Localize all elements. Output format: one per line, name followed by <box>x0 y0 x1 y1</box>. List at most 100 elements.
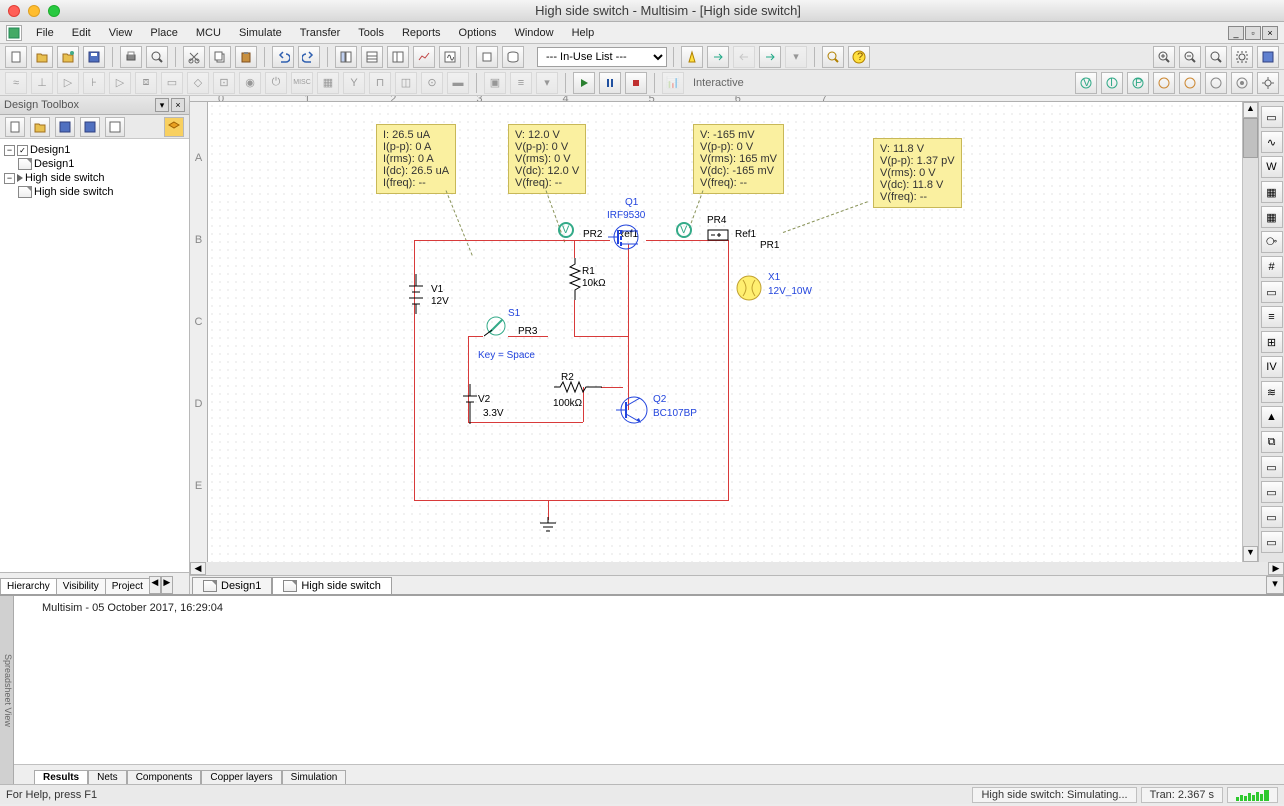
mdi-restore-icon[interactable]: ▫ <box>1245 26 1261 40</box>
instrument-function-gen[interactable]: ∿ <box>1261 131 1283 153</box>
vertical-scrollbar[interactable]: ▲ ▼ <box>1242 102 1258 562</box>
output-tab-nets[interactable]: Nets <box>88 770 127 784</box>
label-q1[interactable]: Q1 <box>625 197 638 208</box>
stop-button[interactable] <box>625 72 647 94</box>
scroll-up-button[interactable]: ▲ <box>1243 102 1258 118</box>
wire[interactable] <box>468 336 483 337</box>
probe-current-button[interactable]: I <box>1101 72 1123 94</box>
forward-annotate-button[interactable] <box>759 46 781 68</box>
menu-place[interactable]: Place <box>142 24 186 42</box>
component-q2[interactable] <box>616 392 652 428</box>
grapher-button[interactable] <box>413 46 435 68</box>
wire[interactable] <box>574 240 575 258</box>
mdi-minimize-icon[interactable]: _ <box>1228 26 1244 40</box>
instrument-network[interactable]: ⧉ <box>1261 431 1283 453</box>
spreadsheet-view-button[interactable] <box>361 46 383 68</box>
tree-node-highside-child[interactable]: High side switch <box>2 185 187 199</box>
schematic-canvas[interactable]: I: 26.5 uAI(p-p): 0 AI(rms): 0 AI(dc): 2… <box>208 102 1242 562</box>
probe-diff-button[interactable] <box>1153 72 1175 94</box>
panel-open-button[interactable] <box>30 117 50 137</box>
tab-menu-button[interactable]: ▾ <box>1266 576 1284 594</box>
instrument-logic-conv[interactable]: ⊞ <box>1261 331 1283 353</box>
horizontal-scrollbar[interactable]: ◀ ▶ <box>190 562 1284 575</box>
zoom-in-button[interactable] <box>1153 46 1175 68</box>
component-x1[interactable] <box>733 272 765 304</box>
collapse-icon[interactable]: − <box>4 173 15 184</box>
document-tab-highside[interactable]: High side switch <box>272 577 391 594</box>
redo-button[interactable] <box>298 46 320 68</box>
zoom-area-button[interactable] <box>1205 46 1227 68</box>
transfer-ultiboard-button[interactable] <box>707 46 729 68</box>
scroll-down-button[interactable]: ▼ <box>1243 546 1258 562</box>
pause-button[interactable] <box>599 72 621 94</box>
probe-gear-button[interactable] <box>1257 72 1279 94</box>
print-preview-button[interactable] <box>146 46 168 68</box>
component-wizard-button[interactable] <box>476 46 498 68</box>
component-r1[interactable] <box>568 258 582 300</box>
component-s1[interactable] <box>484 314 516 342</box>
tab-visibility[interactable]: Visibility <box>56 578 106 594</box>
panel-save-button[interactable] <box>55 117 75 137</box>
instrument-freq-counter[interactable]: # <box>1261 256 1283 278</box>
wire[interactable] <box>728 240 729 500</box>
component-r2[interactable] <box>554 380 602 394</box>
output-tab-results[interactable]: Results <box>34 770 88 784</box>
output-pane-handle[interactable]: Spreadsheet View <box>0 596 14 784</box>
instrument-wattmeter[interactable]: W <box>1261 156 1283 178</box>
save-button[interactable] <box>83 46 105 68</box>
minimize-window-button[interactable] <box>28 5 40 17</box>
wire[interactable] <box>414 500 729 501</box>
menu-options[interactable]: Options <box>451 24 505 42</box>
component-list-dropdown[interactable]: --- In-Use List --- <box>537 47 667 67</box>
scroll-thumb[interactable] <box>1243 118 1258 158</box>
instrument-multimeter[interactable]: ▭ <box>1261 106 1283 128</box>
checkbox-icon[interactable]: ✓ <box>17 145 28 156</box>
menu-reports[interactable]: Reports <box>394 24 449 42</box>
toggle-design-toolbox-button[interactable] <box>335 46 357 68</box>
instrument-bode[interactable]: ⧂ <box>1261 231 1283 253</box>
panel-new-button[interactable] <box>5 117 25 137</box>
zoom-out-button[interactable] <box>1179 46 1201 68</box>
scroll-right-button[interactable]: ▶ <box>1268 562 1284 575</box>
probe-icon-pr4[interactable]: V <box>674 220 694 240</box>
output-tab-copper[interactable]: Copper layers <box>201 770 281 784</box>
new-button[interactable] <box>5 46 27 68</box>
instrument-tek-osc[interactable]: ▭ <box>1261 531 1283 553</box>
menu-view[interactable]: View <box>101 24 141 42</box>
component-pr4[interactable] <box>706 228 730 244</box>
instrument-distortion[interactable]: ≋ <box>1261 381 1283 403</box>
paste-button[interactable] <box>235 46 257 68</box>
tab-scroll-left[interactable]: ◀ <box>149 576 161 594</box>
probe-digital-button[interactable] <box>1205 72 1227 94</box>
copy-button[interactable] <box>209 46 231 68</box>
tree-node-design1-child[interactable]: Design1 <box>2 157 187 171</box>
run-button[interactable] <box>573 72 595 94</box>
instrument-logic-analyzer[interactable]: ≡ <box>1261 306 1283 328</box>
probe-settings-button[interactable] <box>1231 72 1253 94</box>
collapse-icon[interactable]: − <box>4 145 15 156</box>
tab-project[interactable]: Project <box>105 578 150 594</box>
probe-icon-pr2[interactable]: V <box>556 220 576 240</box>
label-r1[interactable]: R1 <box>582 266 595 277</box>
database-button[interactable] <box>502 46 524 68</box>
undo-button[interactable] <box>272 46 294 68</box>
wire[interactable] <box>628 244 629 410</box>
wire[interactable] <box>468 422 583 423</box>
close-window-button[interactable] <box>8 5 20 17</box>
probe-power-button[interactable]: P <box>1127 72 1149 94</box>
wire[interactable] <box>414 240 610 241</box>
instrument-word-gen[interactable]: ▭ <box>1261 281 1283 303</box>
output-tab-simulation[interactable]: Simulation <box>282 770 347 784</box>
print-button[interactable] <box>120 46 142 68</box>
instrument-agilent-osc[interactable]: ▭ <box>1261 506 1283 528</box>
component-ground[interactable] <box>538 517 558 537</box>
panel-close-button[interactable]: × <box>171 98 185 112</box>
label-v1[interactable]: V1 <box>431 284 443 295</box>
cut-button[interactable] <box>183 46 205 68</box>
wire[interactable] <box>574 336 628 337</box>
menu-window[interactable]: Window <box>506 24 561 42</box>
help-button[interactable]: ? <box>848 46 870 68</box>
panel-rename-button[interactable] <box>105 117 125 137</box>
postprocessor-button[interactable]: ∿ <box>439 46 461 68</box>
document-tab-design1[interactable]: Design1 <box>192 577 272 594</box>
